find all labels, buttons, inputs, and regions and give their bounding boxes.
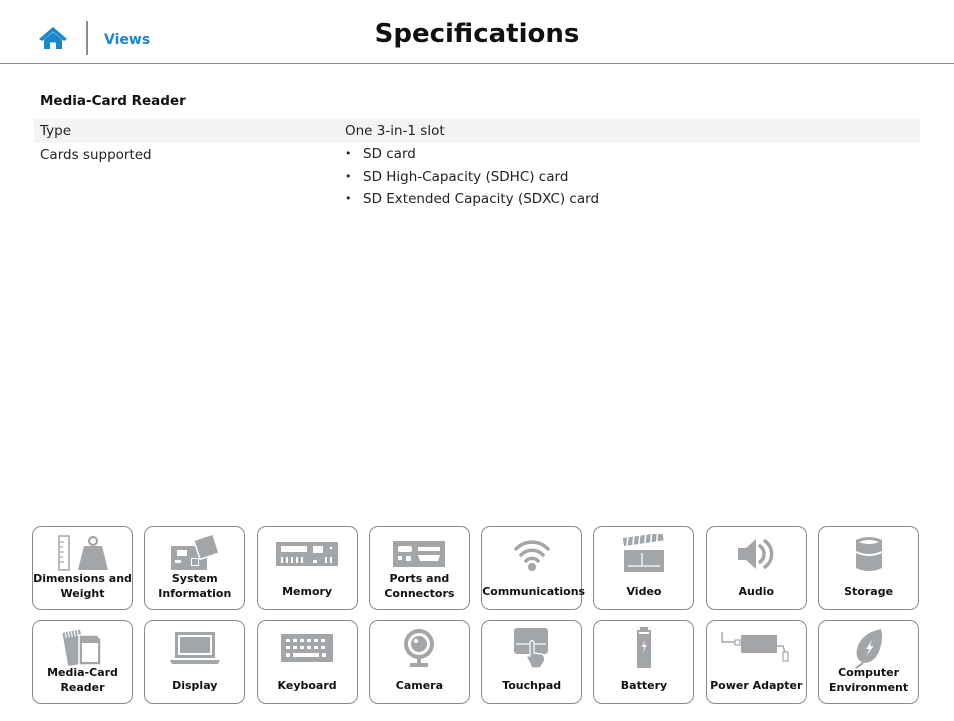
clapperboard-icon [622, 534, 664, 572]
tile-label: Media-Card Reader [47, 666, 118, 694]
touchpad-icon [513, 628, 548, 669]
speaker-icon [738, 539, 774, 569]
tile-label: Dimensions and Weight [33, 572, 132, 600]
laptop-display-icon [169, 632, 220, 664]
tile-label: Computer Environment [829, 666, 909, 694]
cards-list: • SD card • SD High-Capacity (SDHC) card •… [345, 143, 920, 211]
list-item: • SD Extended Capacity (SDXC) card [345, 188, 920, 211]
tile-battery[interactable]: Battery [593, 620, 695, 704]
sd-card-icon [62, 629, 102, 666]
ruler-weight-icon [57, 535, 108, 571]
tile-video[interactable]: Video [593, 526, 695, 610]
spec-label: Type [40, 123, 72, 139]
list-item-text: SD card [363, 146, 416, 162]
tile-display[interactable]: Display [144, 620, 246, 704]
tile-computer-environment[interactable]: Computer Environment [818, 620, 920, 704]
tile-media-card-reader[interactable]: Media-Card Reader [32, 620, 133, 704]
tile-label: Touchpad [502, 679, 562, 692]
tile-ports-and-connectors[interactable]: Ports and Connectors [368, 526, 470, 610]
tile-label: Video [626, 585, 662, 598]
spec-label: Cards supported [40, 147, 152, 163]
storage-drive-icon [855, 537, 882, 571]
bullet: • [345, 192, 352, 205]
tile-label: Display [172, 679, 218, 692]
keyboard-icon [281, 634, 334, 662]
tile-memory[interactable]: Memory [256, 526, 358, 610]
list-item: • SD card [345, 143, 920, 166]
tile-label: Keyboard [277, 679, 337, 692]
leaf-icon [854, 629, 882, 669]
tile-dimensions-and-weight[interactable]: Dimensions and Weight [32, 526, 133, 610]
tile-label: Audio [738, 585, 775, 598]
spec-row-type: Type One 3-in-1 slot [34, 119, 920, 143]
memory-module-icon [276, 542, 339, 566]
motherboard-icon [170, 534, 220, 570]
spec-table: Type One 3-in-1 slot Cards supported • SD… [34, 119, 920, 211]
tile-label: System Information [158, 572, 232, 600]
list-item-text: SD Extended Capacity (SDXC) card [363, 191, 600, 207]
tile-camera[interactable]: Camera [368, 620, 470, 704]
bullet: • [345, 147, 352, 160]
tile-storage[interactable]: Storage [818, 526, 920, 610]
tile-label: Storage [844, 585, 894, 598]
tile-keyboard[interactable]: Keyboard [256, 620, 358, 704]
list-item-text: SD High-Capacity (SDHC) card [363, 168, 569, 185]
bullet: • [345, 169, 352, 183]
wifi-icon [513, 540, 550, 571]
spec-value: One 3-in-1 slot [345, 123, 445, 139]
battery-icon [636, 627, 651, 668]
tile-label: Communications [482, 585, 586, 598]
tile-label: Ports and Connectors [384, 572, 455, 600]
tile-audio[interactable]: Audio [705, 526, 807, 610]
tile-label: Camera [395, 679, 444, 692]
tile-label: Power Adapter [710, 679, 803, 692]
header-bar: Views Specifications [0, 0, 954, 64]
spec-value: • SD card • SD High-Capacity (SDHC) card •… [345, 143, 920, 211]
section-title: Media-Card Reader [40, 93, 186, 109]
tile-system-information[interactable]: System Information [144, 526, 246, 610]
tile-label: Memory [282, 585, 333, 598]
spec-row-cards-supported: Cards supported • SD card • SD High-Capaci… [34, 143, 920, 211]
ports-icon [393, 541, 446, 567]
list-item: • SD High-Capacity (SDHC) card [345, 166, 920, 189]
tile-touchpad[interactable]: Touchpad [481, 620, 583, 704]
tile-power-adapter[interactable]: Power Adapter [705, 620, 807, 704]
webcam-icon [404, 629, 435, 667]
tile-label: Battery [620, 679, 668, 692]
power-adapter-icon [721, 632, 789, 662]
page-title: Specifications [374, 19, 580, 49]
tile-communications[interactable]: Communications [481, 526, 586, 610]
spec-navigation-tiles: Dimensions and Weight System Information… [32, 526, 920, 704]
